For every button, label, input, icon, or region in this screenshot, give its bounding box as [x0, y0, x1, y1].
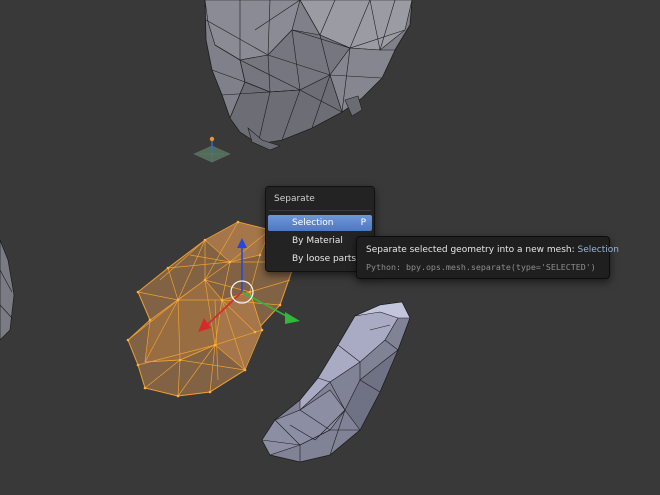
menu-item-selection[interactable]: Selection P — [268, 215, 372, 231]
operator-tooltip: Separate selected geometry into a new me… — [356, 236, 619, 279]
tooltip-description-text: Separate selected geometry into a new me… — [366, 245, 575, 255]
tooltip-value: Selection — [577, 245, 619, 255]
menu-item-label: By Material — [292, 236, 343, 246]
top-rock-mesh[interactable] — [204, 0, 413, 151]
3d-viewport[interactable]: Separate Selection P By Material By loos… — [0, 0, 660, 495]
menu-item-shortcut: P — [360, 218, 366, 228]
right-slab-mesh[interactable] — [261, 301, 411, 463]
left-edge-mesh[interactable] — [0, 239, 15, 341]
menu-item-label: Selection — [292, 218, 334, 228]
menu-title: Separate — [274, 194, 315, 204]
menu-item-label: By loose parts — [292, 254, 357, 264]
menu-divider — [269, 210, 371, 211]
y-axis-arrow — [285, 312, 300, 324]
lamp-object[interactable] — [193, 136, 231, 163]
tooltip-python: Python: bpy.ops.mesh.separate(type='SELE… — [366, 262, 596, 272]
tooltip-description: Separate selected geometry into a new me… — [366, 245, 619, 255]
